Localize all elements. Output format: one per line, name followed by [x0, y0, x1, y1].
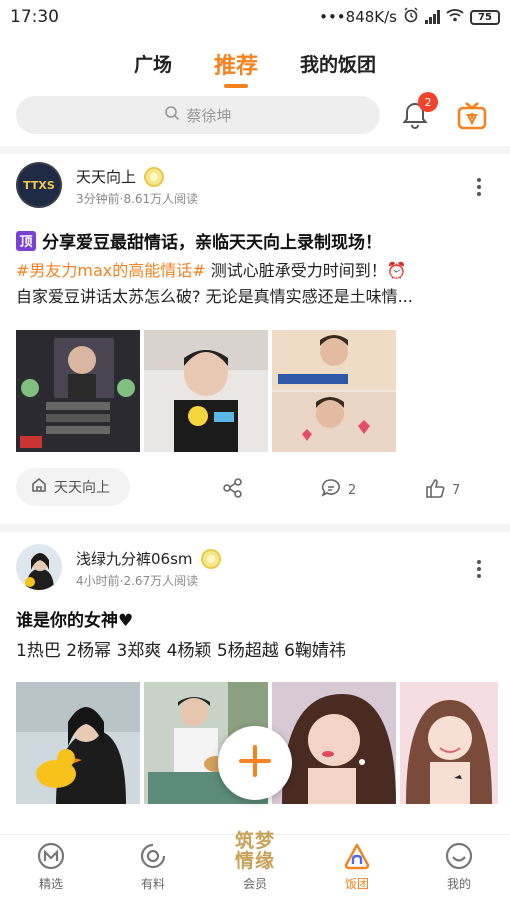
section-divider: [0, 146, 510, 154]
post-text-line: 测试心脏承受力时间到！⏰: [205, 261, 407, 280]
post-image[interactable]: [400, 682, 498, 804]
search-row: 蔡徐坤 2: [0, 92, 510, 136]
search-input[interactable]: 蔡徐坤: [16, 96, 380, 134]
section-divider: [0, 524, 510, 532]
nav-me[interactable]: 我的: [408, 835, 510, 900]
post-body[interactable]: #男友力max的高能情话# 测试心脏承受力时间到！⏰ 自家爱豆讲话太苏怎么破? …: [16, 258, 494, 310]
search-placeholder: 蔡徐坤: [186, 106, 232, 125]
avatar[interactable]: [16, 544, 62, 590]
notification-badge: 2: [418, 92, 438, 112]
cell-signal-icon: [425, 10, 440, 24]
feed-post[interactable]: TTXS 天天向上 3分钟前·8.61万人阅读 顶 分享爱豆最甜情话，亲临天天向…: [0, 154, 510, 520]
top-tabs: 广场 推荐 我的饭团: [0, 44, 510, 88]
post-body[interactable]: 1热巴 2杨幂 3郑爽 4杨颖 5杨超越 6鞠婧祎: [16, 638, 494, 664]
spiral-icon: [138, 841, 168, 871]
post-image[interactable]: [144, 330, 268, 452]
post-title[interactable]: 顶 分享爱豆最甜情话，亲临天天向上录制现场！: [16, 228, 382, 253]
pinned-tag: 顶: [16, 230, 36, 251]
post-title-text: 谁是你的女神♥: [16, 611, 134, 631]
comment-count: 2: [348, 482, 357, 498]
post-image[interactable]: [272, 330, 396, 452]
like-count: 7: [452, 482, 461, 498]
live-tv-icon[interactable]: [456, 100, 488, 132]
like-button[interactable]: 7: [424, 477, 460, 503]
fan-group-chip[interactable]: 天天向上: [16, 468, 130, 506]
nav-member[interactable]: 筑梦情缘 会员: [204, 831, 306, 900]
thumbs-up-icon: [424, 477, 446, 503]
nav-label: 有料: [140, 877, 165, 891]
featured-icon: [36, 841, 66, 871]
post-author[interactable]: 天天向上: [76, 166, 165, 187]
hashtag-link[interactable]: #男友力max的高能情话#: [16, 261, 206, 280]
verified-badge-icon: [144, 166, 165, 187]
smile-face-icon: [444, 841, 474, 871]
bottom-nav: 精选 有料 筑梦情缘 会员 饭团 我的: [0, 831, 510, 900]
tab-my-fan-groups[interactable]: 我的饭团: [300, 44, 376, 88]
avatar[interactable]: TTXS: [16, 162, 62, 208]
nav-featured[interactable]: 精选: [0, 835, 102, 900]
fan-group-icon: [342, 841, 372, 871]
author-name: 天天向上: [76, 168, 137, 186]
share-icon: [222, 477, 244, 503]
post-title[interactable]: 谁是你的女神♥: [16, 606, 133, 631]
status-bar: 17:30 •••848K/s 75: [0, 0, 510, 34]
nav-label: 我的: [446, 877, 471, 891]
more-options-icon[interactable]: [474, 560, 484, 578]
nav-label: 精选: [38, 877, 63, 891]
nav-fan-group[interactable]: 饭团: [306, 835, 408, 900]
battery-indicator: 75: [470, 9, 500, 25]
post-text-line: 自家爱豆讲话太苏怎么破? 无论是真情实感还是土味情...: [16, 287, 413, 306]
status-time: 17:30: [10, 7, 59, 27]
fan-group-name: 天天向上: [54, 480, 110, 496]
home-icon: [30, 476, 48, 498]
post-image[interactable]: [16, 682, 140, 804]
post-image[interactable]: [272, 682, 396, 804]
tab-plaza[interactable]: 广场: [134, 44, 172, 88]
network-speed: •••848K/s: [319, 8, 397, 26]
nav-label: 会员: [242, 877, 267, 891]
post-image[interactable]: [16, 330, 140, 452]
post-text-line: 1热巴 2杨幂 3郑爽 4杨颖 5杨超越 6鞠婧祎: [16, 641, 346, 661]
add-post-button[interactable]: [218, 726, 292, 800]
post-author[interactable]: 浅绿九分裤06sm: [76, 548, 221, 569]
share-button[interactable]: [222, 477, 244, 503]
plus-icon: [238, 744, 272, 782]
status-indicators: •••848K/s 75: [319, 7, 500, 27]
wifi-icon: [446, 8, 464, 26]
tab-recommended[interactable]: 推荐: [214, 44, 258, 88]
svg-text:TTXS: TTXS: [23, 179, 55, 192]
post-title-text: 分享爱豆最甜情话，亲临天天向上录制现场！: [42, 233, 382, 253]
author-name: 浅绿九分裤06sm: [76, 550, 193, 568]
comment-button[interactable]: 2: [320, 477, 356, 503]
more-options-icon[interactable]: [474, 178, 484, 196]
nav-content[interactable]: 有料: [102, 835, 204, 900]
nav-label: 饭团: [344, 877, 369, 891]
verified-badge-icon: [200, 548, 221, 569]
alarm-icon: [403, 7, 419, 27]
image-grid: [16, 330, 396, 452]
app-screen: 17:30 •••848K/s 75 广场 推荐 我的饭团 蔡徐坤 2 TTXS…: [0, 0, 510, 900]
post-meta: 3分钟前·8.61万人阅读: [76, 192, 199, 206]
post-meta: 4小时前·2.67万人阅读: [76, 574, 199, 588]
post-actions: 天天向上 2 7: [0, 468, 510, 508]
search-icon: [164, 105, 180, 125]
member-logo: 筑梦情缘: [234, 830, 275, 872]
comment-icon: [320, 477, 342, 503]
